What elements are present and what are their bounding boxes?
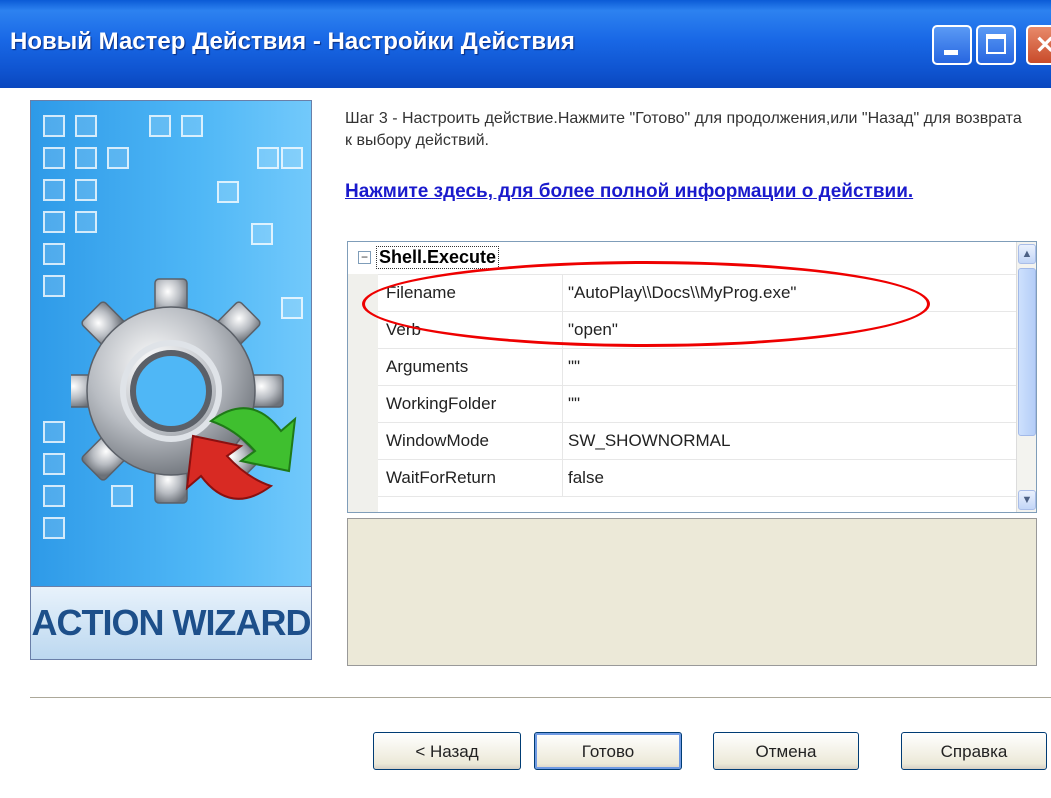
scroll-thumb[interactable] [1018, 268, 1036, 436]
property-row-partial [378, 496, 1016, 512]
property-value[interactable]: "" [568, 357, 580, 377]
property-row-workingfolder[interactable]: WorkingFolder "" [378, 385, 1016, 423]
scroll-down-icon[interactable]: ▼ [1018, 490, 1036, 510]
property-grid[interactable]: − Shell.Execute Filename "AutoPlay\\Docs… [347, 241, 1037, 513]
banner-label: ACTION WIZARD [31, 586, 311, 659]
more-info-link[interactable]: Нажмите здесь, для более полной информац… [345, 180, 1025, 204]
collapse-icon[interactable]: − [358, 251, 371, 264]
button-divider [30, 697, 1051, 699]
minimize-button[interactable] [932, 25, 972, 65]
close-button[interactable] [1026, 25, 1051, 65]
window-title: Новый Мастер Действия - Настройки Действ… [10, 28, 575, 55]
property-row-windowmode[interactable]: WindowMode SW_SHOWNORMAL [378, 422, 1016, 460]
property-value[interactable]: SW_SHOWNORMAL [568, 431, 730, 451]
grid-gutter [348, 274, 378, 512]
vertical-scrollbar[interactable]: ▲ ▼ [1016, 242, 1036, 512]
title-bar[interactable]: Новый Мастер Действия - Настройки Действ… [0, 0, 1051, 88]
maximize-button[interactable] [976, 25, 1016, 65]
property-row-verb[interactable]: Verb "open" [378, 311, 1016, 349]
property-row-filename[interactable]: Filename "AutoPlay\\Docs\\MyProg.exe" [378, 274, 1016, 312]
property-name: WaitForReturn [386, 468, 496, 487]
property-row-waitforreturn[interactable]: WaitForReturn false [378, 459, 1016, 497]
wizard-banner: ACTION WIZARD [30, 100, 312, 660]
property-description-pane [347, 518, 1037, 666]
finish-button[interactable]: Готово [534, 732, 682, 770]
step-description: Шаг 3 - Настроить действие.Нажмите "Гото… [345, 110, 1022, 149]
category-label: Shell.Execute [376, 246, 500, 269]
property-value[interactable]: "AutoPlay\\Docs\\MyProg.exe" [568, 283, 796, 303]
scroll-up-icon[interactable]: ▲ [1018, 244, 1036, 264]
category-row[interactable]: − Shell.Execute [348, 242, 1016, 274]
back-button[interactable]: < Назад [373, 732, 521, 770]
property-name: Verb [386, 320, 421, 339]
property-name: Arguments [386, 357, 469, 376]
property-name: Filename [386, 283, 456, 302]
property-value[interactable]: false [568, 468, 604, 488]
property-name: WindowMode [386, 431, 489, 450]
property-value[interactable]: "open" [568, 320, 618, 340]
property-value[interactable]: "" [568, 394, 580, 414]
cancel-button[interactable]: Отмена [713, 732, 859, 770]
gear-icon [71, 278, 297, 504]
property-name: WorkingFolder [386, 394, 497, 413]
help-button[interactable]: Справка [901, 732, 1047, 770]
property-row-arguments[interactable]: Arguments "" [378, 348, 1016, 386]
